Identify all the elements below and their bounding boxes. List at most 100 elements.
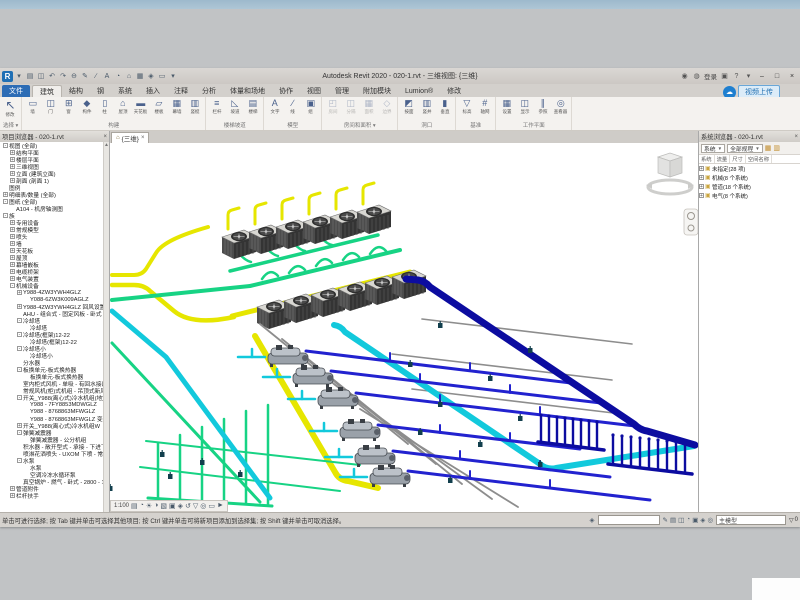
ribbon-button[interactable]: A文字 (266, 98, 283, 115)
qat-icon[interactable]: ∕ (91, 71, 101, 81)
close-button[interactable]: × (786, 71, 798, 82)
qat-icon[interactable]: ⊖ (69, 71, 79, 81)
view-control-icon[interactable]: ↺ (185, 502, 191, 510)
expand-glyph[interactable]: - (17, 395, 22, 400)
qat-icon[interactable]: ▦ (135, 71, 145, 81)
search-icon[interactable]: ◉ (680, 72, 689, 81)
panel-label[interactable]: 选择 ▾ (0, 122, 21, 130)
expand-glyph[interactable]: + (699, 175, 704, 180)
view-control-icon[interactable]: ► (217, 502, 224, 510)
expand-glyph[interactable]: + (10, 227, 15, 232)
ribbon-button[interactable]: ◩按面 (400, 98, 417, 115)
view-control-icon[interactable]: ◔ (140, 502, 144, 510)
column-header[interactable]: 空间名称 (746, 155, 772, 163)
qat-icon[interactable]: ⌂ (124, 71, 134, 81)
drawing-area[interactable]: 1:100 ▤◔☀◑▧▣◈↺▽◎▭► (110, 143, 698, 512)
ribbon-tab[interactable]: 钢 (90, 85, 111, 97)
expand-glyph[interactable]: + (10, 234, 15, 239)
expand-glyph[interactable]: + (17, 423, 22, 428)
ribbon-button[interactable]: ▥竖井 (418, 98, 435, 115)
ribbon-button[interactable]: ▦面积 (360, 98, 377, 115)
expand-glyph[interactable]: + (10, 220, 15, 225)
qat-icon[interactable]: ▾ (168, 71, 178, 81)
statusbar-icon[interactable]: ▣ (692, 516, 698, 524)
tree-item[interactable]: Y988 - 7FY8853MDWGLZ (0, 401, 103, 408)
expand-glyph[interactable]: - (17, 318, 22, 323)
qat-icon[interactable]: ◔ (113, 71, 123, 81)
panel-label[interactable]: 洞口 (398, 122, 455, 130)
expand-glyph[interactable]: - (10, 283, 15, 288)
qat-icon[interactable]: ◈ (146, 71, 156, 81)
app-store-icon[interactable]: ▣ (720, 72, 729, 81)
statusbar-icon[interactable]: ◎ (707, 516, 713, 524)
ribbon-tab[interactable]: 管理 (328, 85, 356, 97)
model-3d-view[interactable] (110, 143, 698, 512)
expand-glyph[interactable]: - (3, 213, 8, 218)
ribbon-button[interactable]: ▣组 (302, 98, 319, 115)
qat-icon[interactable]: A (102, 71, 112, 81)
column-header[interactable]: 尺寸 (730, 155, 746, 163)
expand-glyph[interactable]: + (17, 304, 22, 309)
view-control-icon[interactable]: ◎ (200, 502, 206, 510)
ribbon-tab[interactable]: 协作 (272, 85, 300, 97)
ribbon-button[interactable]: ▦幕墙 (168, 98, 185, 115)
tree-item[interactable]: 喷淋花洒喷头 - UXOM 下喷 - 常规型 - 108-175-CN (0, 450, 103, 457)
ribbon-tab[interactable]: Lumion® (398, 85, 440, 97)
expand-glyph[interactable]: + (10, 493, 15, 498)
minimize-button[interactable]: – (756, 71, 768, 82)
project-browser-header[interactable]: 项目浏览器 - 020-1.rvt × (0, 131, 109, 142)
view-control-icon[interactable]: ◑ (154, 502, 158, 510)
expand-glyph[interactable]: + (10, 486, 15, 491)
statusbar-icon[interactable]: ✎ (663, 516, 668, 524)
chiller-units[interactable] (268, 345, 410, 487)
ribbon-button[interactable]: ▭墙 (24, 98, 41, 115)
ribbon-button[interactable]: ◆构件 (78, 98, 95, 115)
drain-pipes-gray[interactable] (260, 319, 632, 507)
ribbon-button[interactable]: ▮垂直 (436, 98, 453, 115)
expand-glyph[interactable]: - (3, 199, 8, 204)
view-control-icon[interactable]: ▽ (193, 502, 198, 510)
expand-glyph[interactable]: + (699, 184, 704, 189)
ribbon-tab[interactable]: 体量和场地 (223, 85, 272, 97)
menu-caret-icon[interactable]: ▾ (744, 72, 753, 81)
ribbon-button[interactable]: ⊞窗 (60, 98, 77, 115)
ribbon-button[interactable]: ≡栏杆 (208, 98, 225, 115)
view-select[interactable]: 系统▼ (701, 144, 725, 153)
view-control-icon[interactable]: ☀ (146, 502, 152, 510)
condenser-return-pipes-green[interactable] (112, 232, 400, 506)
maximize-button[interactable]: □ (771, 71, 783, 82)
expand-glyph[interactable]: + (17, 290, 22, 295)
help-icon[interactable]: ? (732, 72, 741, 81)
expand-glyph[interactable]: + (10, 241, 15, 246)
tree-item[interactable]: + Y988-4ZW3YWH4GLZ (0, 289, 103, 296)
ribbon-tab[interactable]: 附加模块 (356, 85, 398, 97)
qat-icon[interactable]: ▭ (157, 71, 167, 81)
project-browser-scrollbar[interactable]: ▲ (103, 142, 109, 512)
ribbon-button[interactable]: ▥竖梃 (186, 98, 203, 115)
ribbon-tab[interactable]: 系统 (111, 85, 139, 97)
viewcube[interactable] (646, 153, 694, 194)
ribbon-button[interactable]: ◎查看器 (552, 98, 569, 115)
qat-icon[interactable]: ↷ (58, 71, 68, 81)
user-icon[interactable]: ◍ (692, 72, 701, 81)
scale-button[interactable]: 1:100 (114, 503, 129, 509)
ribbon-button[interactable]: ∥参照 (534, 98, 551, 115)
expand-glyph[interactable]: - (17, 346, 22, 351)
ribbon-button[interactable]: ∕线 (284, 98, 301, 115)
view-control-icon[interactable]: ▤ (131, 502, 138, 510)
ribbon-button[interactable]: ▯柱 (96, 98, 113, 115)
ribbon-button[interactable]: ◫分隔 (342, 98, 359, 115)
tree-item[interactable]: 冷却塔(框架)12-22 (0, 338, 103, 345)
ribbon-button[interactable]: ◫显示 (516, 98, 533, 115)
expand-glyph[interactable]: + (3, 192, 8, 197)
view-control-icon[interactable]: ▣ (169, 502, 176, 510)
qat-icon[interactable]: ▾ (14, 71, 24, 81)
qat-icon[interactable]: ✎ (80, 71, 90, 81)
ribbon-button[interactable]: ▽标高 (458, 98, 475, 115)
view-control-icon[interactable]: ▧ (160, 502, 167, 510)
expand-glyph[interactable]: + (699, 193, 704, 198)
panel-label[interactable]: 构建 (22, 122, 205, 130)
ribbon-button[interactable]: ↖修改 (2, 98, 19, 118)
system-tree-item[interactable]: + ▣ 管道(18 个系统) (699, 182, 800, 191)
panel-label[interactable]: 基准 (456, 122, 495, 130)
